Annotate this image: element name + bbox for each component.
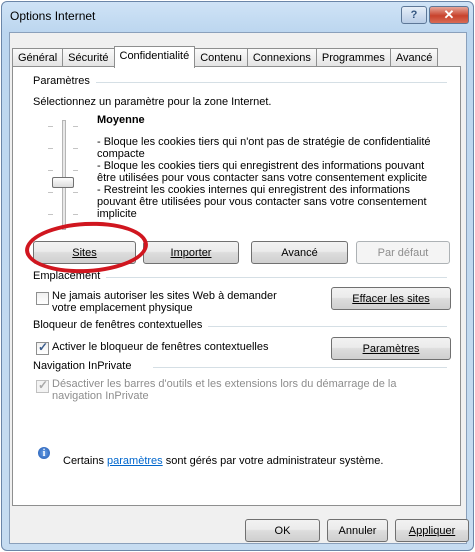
inprivate-heading: Navigation InPrivate [33, 360, 138, 372]
slider-tick [73, 170, 78, 171]
description-line: - Bloque les cookies tiers qui enregistr… [97, 160, 428, 184]
privacy-slider-track[interactable] [62, 120, 66, 230]
description-line: - Bloque les cookies tiers qui n'ont pas… [97, 136, 431, 160]
parametres-link[interactable]: paramètres [107, 455, 163, 467]
close-button[interactable]: ✕ [429, 6, 469, 24]
zone-instruction: Sélectionnez un paramètre pour la zone I… [33, 96, 272, 108]
slider-tick [48, 170, 53, 171]
window-title: Options Internet [10, 9, 96, 23]
tab-general[interactable]: Général [12, 48, 64, 67]
slider-tick [48, 192, 53, 193]
group-divider [95, 82, 447, 83]
popup-blocker-label[interactable]: Activer le bloqueur de fenêtres contextu… [52, 341, 268, 353]
tab-programmes[interactable]: Programmes [315, 48, 391, 67]
importer-button[interactable]: Importer [143, 241, 239, 264]
slider-tick [48, 126, 53, 127]
effacer-sites-button[interactable]: Effacer les sites [331, 287, 451, 310]
tab-contenu[interactable]: Contenu [194, 48, 248, 67]
privacy-level-description: - Bloque les cookies tiers qui n'ont pas… [97, 136, 435, 220]
inprivate-checkbox[interactable] [36, 378, 49, 393]
tab-confidentialite[interactable]: Confidentialité [113, 46, 196, 68]
ok-button[interactable]: OK [245, 519, 320, 542]
avance-button[interactable]: Avancé [251, 241, 348, 264]
slider-tick [73, 148, 78, 149]
title-bar[interactable]: Options Internet ? ✕ [2, 2, 473, 32]
tab-connexions[interactable]: Connexions [246, 48, 317, 67]
appliquer-button[interactable]: Appliquer [395, 519, 469, 542]
slider-tick [48, 214, 53, 215]
group-divider [153, 367, 447, 368]
location-checkbox-label[interactable]: Ne jamais autoriser les sites Web à dema… [52, 290, 292, 314]
slider-tick [73, 192, 78, 193]
location-checkbox[interactable] [36, 292, 49, 305]
parametres-button[interactable]: Paramètres [331, 337, 451, 360]
info-icon: i [38, 447, 50, 459]
admin-notice: Certains paramètres sont gérés par votre… [63, 455, 384, 467]
slider-tick [73, 126, 78, 127]
par-defaut-button[interactable]: Par défaut [356, 241, 450, 264]
annuler-button[interactable]: Annuler [327, 519, 388, 542]
group-divider [100, 277, 447, 278]
help-button[interactable]: ? [401, 6, 427, 24]
tab-strip: Général Sécurité Confidentialité Contenu… [12, 46, 439, 68]
tab-securite[interactable]: Sécurité [62, 48, 115, 67]
slider-tick [48, 148, 53, 149]
question-mark-icon: ? [410, 9, 418, 21]
group-divider [198, 326, 447, 327]
slider-tick [73, 214, 78, 215]
description-line: - Restreint les cookies internes qui enr… [97, 184, 427, 220]
close-icon: ✕ [443, 7, 455, 22]
tab-panel-confidentialite [12, 66, 461, 506]
inprivate-label: Désactiver les barres d'outils et les ex… [52, 378, 397, 402]
parametres-heading: Paramètres [33, 75, 96, 87]
privacy-level: Moyenne [97, 114, 145, 126]
privacy-slider-thumb[interactable] [52, 177, 74, 188]
bloqueur-heading: Bloqueur de fenêtres contextuelles [33, 319, 209, 331]
popup-blocker-checkbox[interactable] [36, 340, 49, 355]
tab-avance[interactable]: Avancé [389, 48, 439, 67]
